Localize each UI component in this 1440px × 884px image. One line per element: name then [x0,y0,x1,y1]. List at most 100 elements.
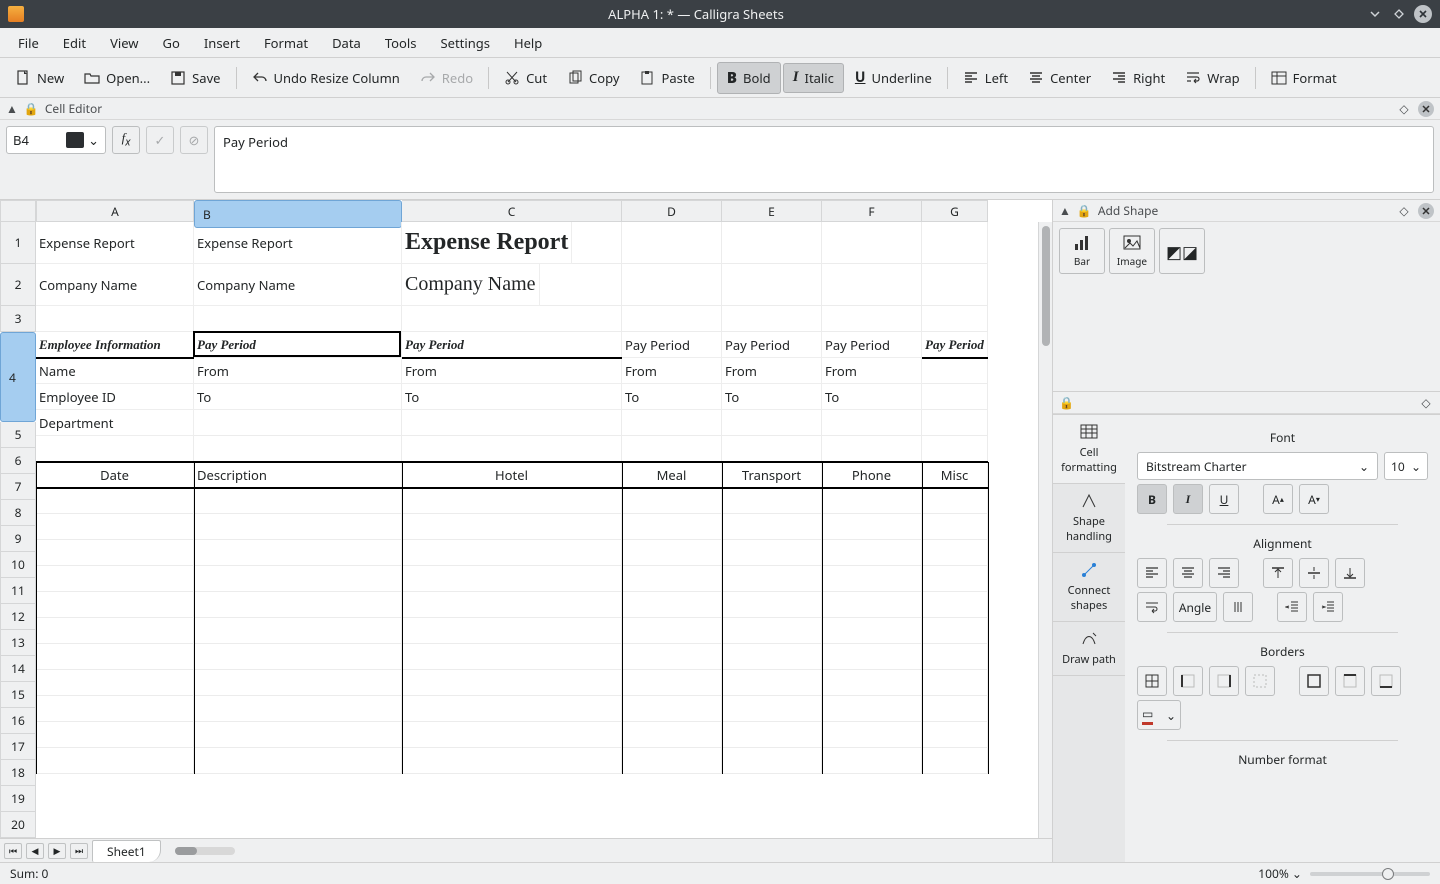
cell-F5[interactable]: From [822,358,922,384]
valign-bottom-button[interactable] [1335,558,1365,588]
save-button[interactable]: Save [161,64,229,92]
row-header-20[interactable]: 20 [0,812,36,838]
chevron-down-icon[interactable]: ⌄ [88,131,99,149]
format-button[interactable]: Format [1262,64,1346,92]
cell-C4[interactable]: Pay Period [402,332,622,358]
col-header-G[interactable]: G [922,200,988,222]
zoom-value[interactable]: 100% ⌄ [1258,865,1302,882]
col-header-E[interactable]: E [722,200,822,222]
window-close-icon[interactable] [1414,5,1432,23]
column-headers[interactable]: ABCDEFG [36,200,988,222]
row-header-17[interactable]: 17 [0,734,36,760]
decrease-indent-button[interactable] [1277,592,1307,622]
panel-close-icon[interactable] [1418,203,1434,219]
tool-connect-shapes[interactable]: Connect shapes [1053,553,1125,622]
bold-button[interactable]: BBold [717,62,781,94]
cell-B9[interactable]: Description [194,462,402,488]
zoom-slider[interactable] [1310,872,1430,876]
cell-E6[interactable]: To [722,384,822,410]
tool-cell-formatting[interactable]: Cell formatting [1053,415,1125,484]
cell-A5[interactable]: Name [36,358,194,384]
collapse-icon[interactable]: ▲ [6,100,18,117]
increase-indent-button[interactable] [1313,592,1343,622]
row-header-4[interactable]: 4 [0,332,36,422]
cell-C1[interactable]: Expense Report [402,222,572,264]
border-all-button[interactable] [1137,666,1167,696]
font-subscript-button[interactable]: A▾ [1299,484,1329,514]
col-header-C[interactable]: C [402,200,622,222]
row-header-13[interactable]: 13 [0,630,36,656]
valign-middle-button[interactable] [1299,558,1329,588]
cell-G9[interactable]: Misc [922,462,988,488]
lock-icon[interactable]: 🔒 [24,100,39,117]
border-top-button[interactable] [1335,666,1365,696]
cell-B2[interactable]: Company Name [194,264,402,306]
menu-go[interactable]: Go [151,30,192,56]
halign-center-button[interactable] [1173,558,1203,588]
menu-file[interactable]: File [6,30,51,56]
window-maximize-icon[interactable] [1390,5,1408,23]
menu-help[interactable]: Help [502,30,554,56]
menu-view[interactable]: View [98,30,150,56]
function-wizard-button[interactable]: fx [112,126,140,154]
menu-edit[interactable]: Edit [51,30,98,56]
row-header-1[interactable]: 1 [0,222,36,264]
align-left-button[interactable]: Left [954,64,1017,92]
cell-reference-input[interactable]: B4 ⌄ [6,126,106,154]
menu-tools[interactable]: Tools [373,30,429,56]
border-none-button[interactable] [1245,666,1275,696]
align-center-button[interactable]: Center [1019,64,1100,92]
cell-A6[interactable]: Employee ID [36,384,194,410]
cell-F4[interactable]: Pay Period [822,332,922,358]
shape-image-button[interactable]: Image [1109,228,1155,274]
halign-left-button[interactable] [1137,558,1167,588]
panel-close-icon[interactable] [1418,101,1434,117]
cell-E4[interactable]: Pay Period [722,332,822,358]
formula-input[interactable]: Pay Period [214,126,1434,193]
open-button[interactable]: Open... [75,64,159,92]
lock-icon[interactable]: 🔒 [1077,202,1092,219]
border-outline-button[interactable] [1299,666,1329,696]
paste-button[interactable]: Paste [630,64,703,92]
panel-diamond-icon[interactable]: ◇ [1396,101,1412,117]
shape-more-button[interactable]: ◩◪ [1159,228,1205,274]
tool-shape-handling[interactable]: Shape handling [1053,484,1125,553]
new-button[interactable]: New [6,64,73,92]
lock-icon[interactable]: 🔒 [1059,394,1074,411]
tab-nav-next[interactable]: ▶ [48,843,66,859]
shape-bar-button[interactable]: Bar [1059,228,1105,274]
underline-button[interactable]: UUnderline [846,63,941,92]
cell-E9[interactable]: Transport [722,462,822,488]
cell-G4[interactable]: Pay Period [922,332,988,358]
cell-D9[interactable]: Meal [622,462,722,488]
row-header-5[interactable]: 5 [0,422,36,448]
row-header-16[interactable]: 16 [0,708,36,734]
menu-settings[interactable]: Settings [428,30,501,56]
font-italic-button[interactable]: I [1173,484,1203,514]
row-header-19[interactable]: 19 [0,786,36,812]
cell-A7[interactable]: Department [36,410,194,436]
cell-C6[interactable]: To [402,384,622,410]
tab-nav-first[interactable]: ⏮ [4,843,22,859]
border-right-button[interactable] [1209,666,1239,696]
font-underline-button[interactable]: U [1209,484,1239,514]
border-left-button[interactable] [1173,666,1203,696]
font-family-select[interactable]: Bitstream Charter⌄ [1137,452,1378,480]
panel-diamond-icon[interactable]: ◇ [1396,203,1412,219]
cell-C9[interactable]: Hotel [402,462,622,488]
redo-button[interactable]: Redo [411,64,482,92]
text-angle-button[interactable]: Angle [1173,592,1217,622]
vertical-text-button[interactable] [1223,592,1253,622]
cell-B4[interactable]: Pay Period [194,332,402,358]
row-header-2[interactable]: 2 [0,264,36,306]
cancel-button[interactable]: ⊘ [180,126,208,154]
accept-button[interactable]: ✓ [146,126,174,154]
collapse-icon[interactable]: ▲ [1059,202,1071,219]
spreadsheet-grid[interactable]: Expense ReportExpense ReportExpense Repo… [36,222,1038,838]
cell-A2[interactable]: Company Name [36,264,194,306]
vertical-scrollbar[interactable] [1038,222,1052,838]
menu-data[interactable]: Data [320,30,373,56]
halign-right-button[interactable] [1209,558,1239,588]
cell-B1[interactable]: Expense Report [194,222,402,264]
row-header-12[interactable]: 12 [0,604,36,630]
